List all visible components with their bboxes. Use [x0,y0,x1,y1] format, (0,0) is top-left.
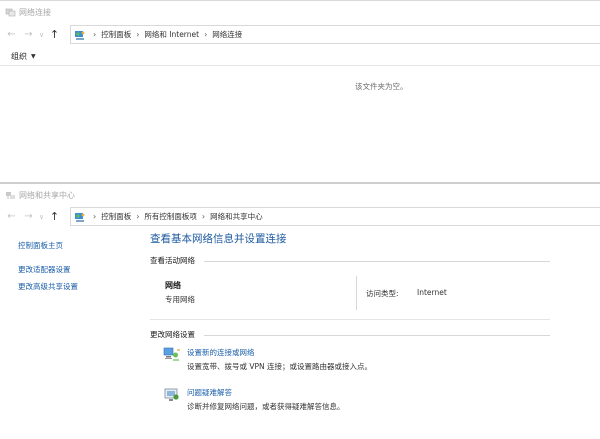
window-title: 网络和共享中心 [19,190,75,200]
network-type: 专用网络 [165,295,195,304]
access-type-label: 访问类型: [366,289,399,298]
section-divider [204,261,550,262]
control-panel-icon [74,211,86,223]
setup-new-connection-link[interactable]: 设置新的连接或网络 [187,347,255,358]
control-panel-home-link[interactable]: 控制面板主页 [18,240,63,251]
back-arrow-icon[interactable]: ← [5,210,18,224]
network-sharing-center-window: 网络和共享中心 ← → ∨ ↑ › 控制面板 › 所有控制面板项 › 网络和共享… [0,182,600,439]
control-panel-icon [74,29,86,41]
breadcrumb-control-panel[interactable]: 控制面板 [101,29,131,40]
breadcrumb-separator: › [136,212,140,221]
forward-arrow-icon[interactable]: → [22,210,35,224]
empty-folder-message: 该文件夹为空。 [355,82,408,91]
organize-menu-button[interactable]: 组织 ▼ [11,51,36,62]
network-setup-icon [163,347,181,363]
navigation-bar: ← → ∨ ↑ › 控制面板 › 所有控制面板项 › 网络和共享中心 [0,207,600,226]
network-connections-window: 网络连接 ← → ∨ ↑ › 控制面板 › 网络和 Internet › 网络连… [0,0,600,182]
troubleshoot-icon [163,387,181,403]
breadcrumb-separator: › [93,212,97,221]
breadcrumb-all-control-panel-items[interactable]: 所有控制面板项 [144,211,197,222]
title-bar: 网络连接 [0,1,600,23]
breadcrumb-network-internet[interactable]: 网络和 Internet [144,29,199,40]
recent-locations-chevron-icon[interactable]: ∨ [35,210,48,224]
network-connections-icon [5,7,16,18]
active-networks-heading: 查看活动网络 [150,256,195,265]
up-arrow-icon[interactable]: ↑ [48,210,61,224]
vertical-divider [356,276,357,310]
page-title: 查看基本网络信息并设置连接 [150,233,287,245]
network-sharing-center-icon [5,190,16,201]
caret-down-icon: ▼ [31,53,36,60]
change-advanced-sharing-settings-link[interactable]: 更改高级共享设置 [18,281,78,292]
section-divider [204,335,550,336]
breadcrumb-separator: › [93,30,97,39]
recent-locations-chevron-icon[interactable]: ∨ [35,28,48,42]
forward-arrow-icon[interactable]: → [22,28,35,42]
change-network-settings-heading: 更改网络设置 [150,330,195,339]
navigation-bar: ← → ∨ ↑ › 控制面板 › 网络和 Internet › 网络连接 [0,25,600,44]
access-type-value: Internet [417,288,447,297]
address-bar[interactable]: › 控制面板 › 所有控制面板项 › 网络和共享中心 [70,207,600,226]
breadcrumb-separator: › [204,30,208,39]
address-bar[interactable]: › 控制面板 › 网络和 Internet › 网络连接 [70,25,600,44]
breadcrumb-network-sharing-center[interactable]: 网络和共享中心 [210,211,263,222]
network-name: 网络 [165,281,181,290]
breadcrumb-network-connections[interactable]: 网络连接 [212,29,242,40]
troubleshoot-problems-description: 诊断并修复网络问题，或者获得疑难解答信息。 [187,402,345,411]
command-bar: 组织 ▼ [0,48,600,66]
up-arrow-icon[interactable]: ↑ [48,28,61,42]
troubleshoot-problems-link[interactable]: 问题疑难解答 [187,387,232,398]
section-divider [150,319,550,320]
breadcrumb-separator: › [201,212,206,221]
setup-new-connection-description: 设置宽带、拨号或 VPN 连接；或设置路由器或接入点。 [187,362,373,371]
title-bar: 网络和共享中心 [0,184,600,206]
breadcrumb-control-panel[interactable]: 控制面板 [101,211,131,222]
change-adapter-settings-link[interactable]: 更改适配器设置 [18,264,71,275]
breadcrumb-separator: › [136,30,140,39]
organize-label: 组织 [11,52,27,61]
back-arrow-icon[interactable]: ← [5,28,18,42]
window-title: 网络连接 [19,7,51,17]
